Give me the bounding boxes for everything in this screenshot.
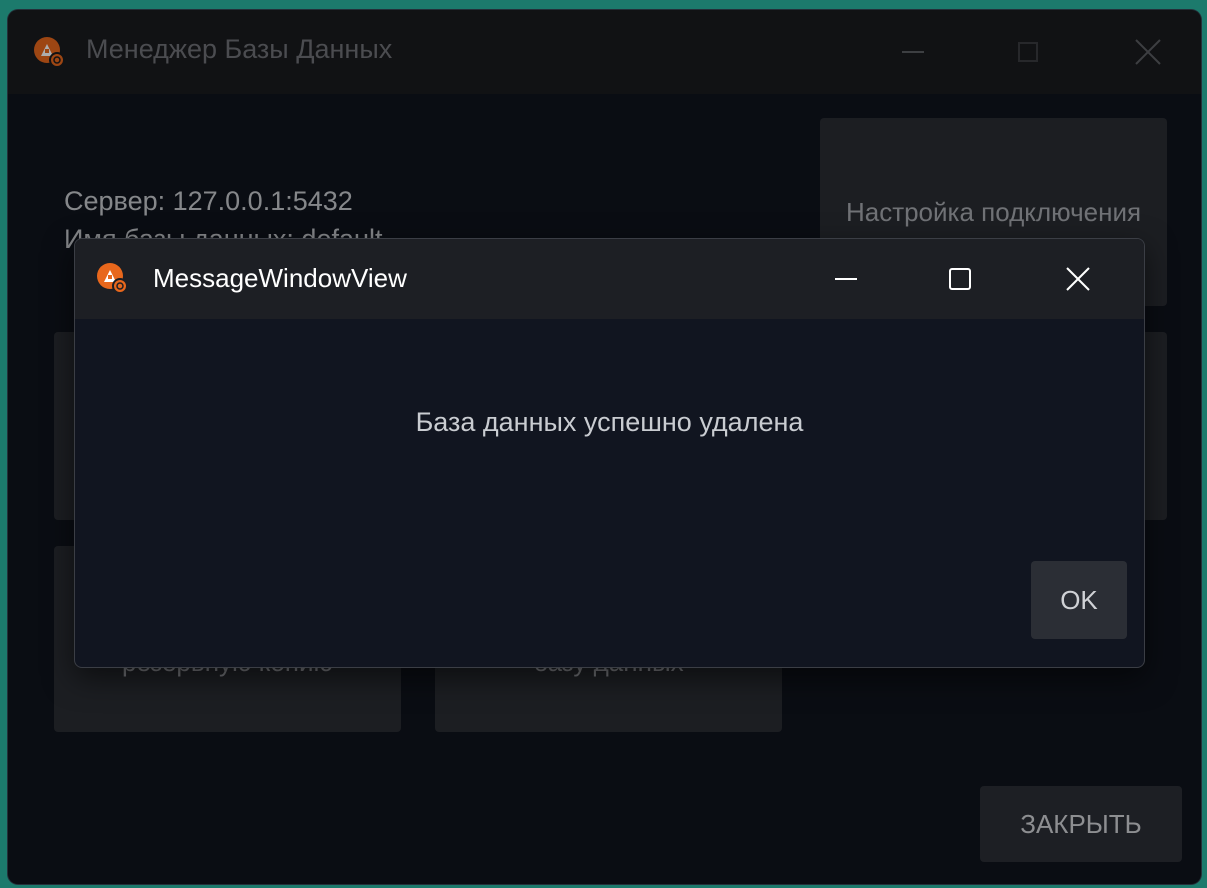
dialog-close-button[interactable] xyxy=(1045,253,1111,305)
dialog-message: База данных успешно удалена xyxy=(415,407,804,437)
app-logo-icon xyxy=(97,263,128,294)
dialog-titlebar[interactable]: MessageWindowView xyxy=(75,239,1144,319)
dialog-maximize-button[interactable] xyxy=(927,253,993,305)
maximize-icon xyxy=(949,268,971,290)
close-icon xyxy=(1066,267,1090,291)
ok-button[interactable]: OK xyxy=(1031,561,1127,639)
dialog-title: MessageWindowView xyxy=(153,263,407,293)
dialog-minimize-button[interactable] xyxy=(813,253,879,305)
minimize-icon xyxy=(835,278,857,280)
message-dialog: MessageWindowView База данных успешно уд… xyxy=(74,238,1145,668)
